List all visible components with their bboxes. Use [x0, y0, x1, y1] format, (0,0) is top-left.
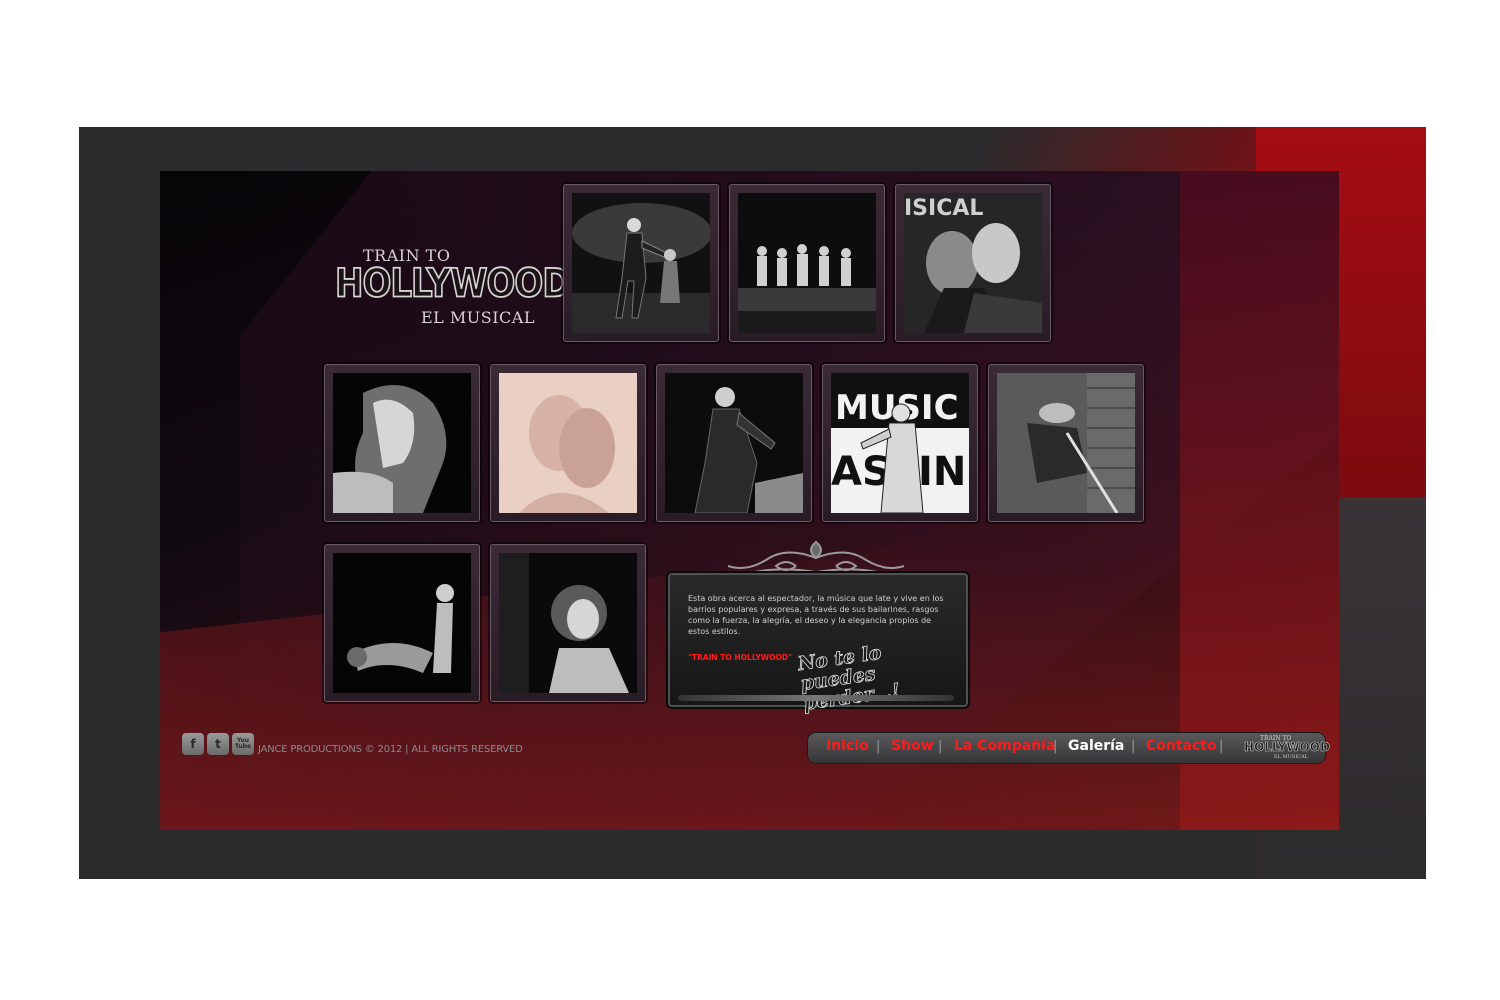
- site-logo[interactable]: TRAIN TO HOLLYWOOD EL MUSICAL: [334, 246, 571, 331]
- info-box-bar: [678, 695, 954, 701]
- gallery-tile[interactable]: [729, 184, 885, 342]
- gallery-tile[interactable]: [324, 544, 480, 702]
- background-facet: [1180, 171, 1339, 830]
- gallery-tile[interactable]: [490, 364, 646, 522]
- nav-separator: |: [938, 739, 943, 754]
- facebook-icon[interactable]: f: [182, 733, 204, 755]
- nav-item-la-compania[interactable]: La Compañía: [954, 738, 1055, 754]
- photo-man-cap-brick[interactable]: [997, 373, 1135, 513]
- photo-music-casting[interactable]: MUSIC ASTIN: [831, 373, 969, 513]
- nav-separator: |: [876, 739, 881, 754]
- nav-separator: |: [1053, 739, 1058, 754]
- photo-dancer-stage-1[interactable]: [572, 193, 710, 333]
- gallery-tile[interactable]: [324, 364, 480, 522]
- mini-logo-line-hollywood: HOLLYWOOD: [1244, 740, 1331, 755]
- gallery-tile[interactable]: [490, 544, 646, 702]
- copyright-text: JANCE PRODUCTIONS © 2012 | ALL RIGHTS RE…: [258, 744, 523, 755]
- website-canvas: TRAIN TO HOLLYWOOD EL MUSICAL ISICAL Est…: [160, 171, 1339, 830]
- photo-dancer-hair[interactable]: [333, 373, 471, 513]
- nav-item-galeria[interactable]: Galería: [1068, 738, 1124, 754]
- nav-item-show[interactable]: Show: [891, 738, 934, 754]
- gallery-tile[interactable]: [656, 364, 812, 522]
- twitter-glyph: t: [215, 737, 221, 751]
- twitter-icon[interactable]: t: [207, 733, 229, 755]
- info-box: Esta obra acerca al espectador, la músic…: [666, 571, 970, 715]
- mini-logo-line-el-musical: EL MUSICAL: [1274, 754, 1309, 760]
- show-tagline: "TRAIN TO HOLLYWOOD": [688, 653, 793, 662]
- photo-sign-text: ISICAL: [904, 196, 983, 221]
- nav-separator: |: [1219, 739, 1224, 754]
- show-slogan: No te lo puedes perder...!: [796, 641, 902, 715]
- logo-line-el-musical: EL MUSICAL: [421, 308, 535, 327]
- logo-line-hollywood: HOLLYWOOD: [334, 260, 571, 308]
- photo-couple-dance-faded[interactable]: [499, 373, 637, 513]
- nav-separator: |: [1131, 739, 1136, 754]
- main-nav: Inicio | Show | La Compañía | Galería | …: [808, 733, 1331, 763]
- photo-man-dancing[interactable]: [665, 373, 803, 513]
- gallery-tile[interactable]: [563, 184, 719, 342]
- photo-couple-dip[interactable]: [333, 553, 471, 693]
- social-links: f t You Tube: [182, 733, 254, 755]
- nav-item-contacto[interactable]: Contacto: [1146, 738, 1217, 754]
- photo-woman-curly[interactable]: [499, 553, 637, 693]
- gallery-tile[interactable]: ISICAL: [895, 184, 1051, 342]
- youtube-glyph: You Tube: [234, 737, 252, 750]
- photo-group-stage[interactable]: [738, 193, 876, 333]
- show-description: Esta obra acerca al espectador, la músic…: [688, 594, 944, 636]
- facebook-glyph: f: [190, 737, 196, 751]
- gallery-tile[interactable]: [988, 364, 1144, 522]
- youtube-icon[interactable]: You Tube: [232, 733, 254, 755]
- nav-item-inicio[interactable]: Inicio: [826, 738, 869, 754]
- nav-mini-logo[interactable]: TRAIN TO HOLLYWOOD EL MUSICAL: [1240, 735, 1331, 761]
- photo-couple-kiss[interactable]: ISICAL: [904, 193, 1042, 333]
- gallery-tile[interactable]: MUSIC ASTIN: [822, 364, 978, 522]
